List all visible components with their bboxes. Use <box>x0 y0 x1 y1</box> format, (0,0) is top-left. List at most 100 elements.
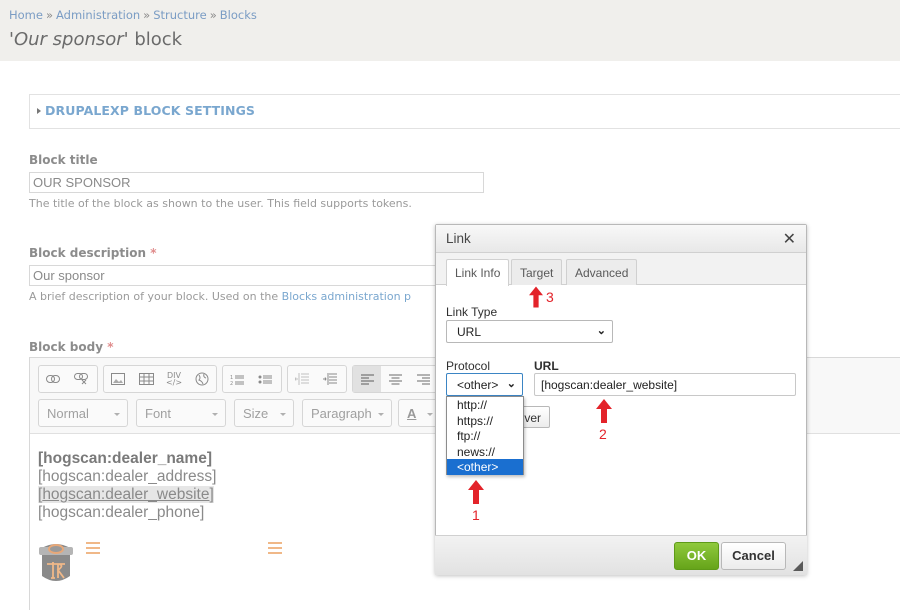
token-dealer-address: [hogscan:dealer_address] <box>38 468 217 485</box>
block-title-description: The title of the block as shown to the u… <box>29 197 412 210</box>
label-text: Block body <box>29 340 104 354</box>
div-container-icon[interactable]: DIV </> <box>160 366 188 392</box>
drag-handle-icon[interactable] <box>86 542 100 554</box>
link-type-select[interactable]: URL ⌄ <box>446 320 613 343</box>
dialog-titlebar[interactable]: Link ✕ <box>436 225 806 253</box>
block-body-label: Block body * <box>29 340 114 354</box>
tab-advanced[interactable]: Advanced <box>566 259 638 285</box>
styles-combo[interactable]: Normal <box>38 399 128 427</box>
annotation-arrow-3: 3 <box>529 286 554 312</box>
toolbar-group-indent <box>287 365 347 393</box>
url-label: URL <box>534 359 559 373</box>
image-icon[interactable] <box>104 366 132 392</box>
red-up-arrow-icon <box>468 480 484 504</box>
red-up-arrow-icon <box>529 286 543 308</box>
indent-icon[interactable] <box>316 366 344 392</box>
annotation-arrow-2: 2 <box>596 399 612 442</box>
select-value: URL <box>457 325 482 339</box>
breadcrumb-blocks[interactable]: Blocks <box>220 8 257 22</box>
protocol-option-other[interactable]: <other> <box>447 459 523 475</box>
combo-label: Paragraph <box>311 406 372 421</box>
breadcrumb-home[interactable]: Home <box>9 8 43 22</box>
chevron-down-icon <box>378 413 384 416</box>
text-color-button[interactable]: A <box>398 399 438 427</box>
combo-label: Size <box>243 406 269 421</box>
page-header: Home» Administration» Structure» Blocks 'Ou… <box>0 0 900 61</box>
annotation-number: 1 <box>472 507 480 523</box>
button-label: ver <box>524 411 541 425</box>
breadcrumb-structure[interactable]: Structure <box>153 8 207 22</box>
block-description-input[interactable] <box>29 265 449 286</box>
breadcrumb-separator: » <box>143 8 151 22</box>
tab-target[interactable]: Target <box>511 259 563 285</box>
toolbar-group-lists: 12 <box>222 365 282 393</box>
cancel-button[interactable]: Cancel <box>721 542 786 570</box>
link-type-label: Link Type <box>446 305 498 319</box>
paragraph-format-combo[interactable]: Paragraph <box>302 399 392 427</box>
chevron-down-icon <box>212 413 218 416</box>
blocks-administration-link[interactable]: Blocks administration p <box>282 290 411 303</box>
toolbar-group-insert: DIV </> <box>103 365 217 393</box>
drag-handle-icon[interactable] <box>268 542 282 554</box>
table-icon[interactable] <box>132 366 160 392</box>
breadcrumb: Home» Administration» Structure» Blocks <box>9 8 257 22</box>
annotation-arrow-1: 1 <box>468 480 484 523</box>
label-text: Block description <box>29 246 147 260</box>
bracket: ] <box>209 486 214 503</box>
description-text: A brief description of your block. Used … <box>29 290 282 303</box>
breadcrumb-administration[interactable]: Administration <box>56 8 140 22</box>
url-input[interactable] <box>534 373 796 396</box>
close-icon[interactable]: ✕ <box>783 229 796 248</box>
tab-link-info[interactable]: Link Info <box>446 259 510 286</box>
iframe-globe-icon[interactable] <box>188 366 216 392</box>
protocol-option-ftp[interactable]: ftp:// <box>447 428 523 444</box>
dialog-footer: OK Cancel <box>435 535 807 575</box>
align-center-icon[interactable] <box>381 366 409 392</box>
fieldset-legend[interactable]: DRUPALEXP BLOCK SETTINGS <box>45 103 255 118</box>
combo-label: Normal <box>47 406 89 421</box>
dialog-tabs: Link Info Target Advanced <box>436 253 806 286</box>
ok-button[interactable]: OK <box>674 542 719 570</box>
token-dealer-name: [hogscan:dealer_name] <box>38 450 212 467</box>
align-left-icon[interactable] <box>353 366 381 392</box>
website-link-text[interactable]: hogscan:dealer_website <box>42 486 209 503</box>
protocol-option-news[interactable]: news:// <box>447 444 523 460</box>
editor-content[interactable]: [hogscan:dealer_name] [hogscan:dealer_ad… <box>38 450 216 522</box>
font-combo[interactable]: Font <box>136 399 226 427</box>
protocol-option-https[interactable]: https:// <box>447 413 523 429</box>
protocol-select[interactable]: <other> ⌄ <box>446 373 523 396</box>
protocol-option-http[interactable]: http:// <box>447 397 523 413</box>
drupalexp-block-settings-fieldset[interactable]: DRUPALEXP BLOCK SETTINGS <box>29 94 900 129</box>
align-right-icon[interactable] <box>409 366 437 392</box>
chevron-down-icon: ⌄ <box>506 378 516 390</box>
title-suffix: ' block <box>123 29 183 50</box>
breadcrumb-separator: » <box>209 8 217 22</box>
page-title: 'Our sponsor' block <box>9 29 182 50</box>
outdent-icon[interactable] <box>288 366 316 392</box>
required-mark: * <box>107 340 114 354</box>
size-combo[interactable]: Size <box>234 399 294 427</box>
link-icon[interactable] <box>39 366 67 392</box>
token-dealer-phone: [hogscan:dealer_phone] <box>38 504 205 521</box>
required-mark: * <box>150 246 157 260</box>
token-dealer-website[interactable]: [hogscan:dealer_website] <box>38 486 216 504</box>
dialog-title: Link <box>446 231 471 246</box>
collapse-triangle-icon <box>37 108 41 114</box>
protocol-label: Protocol <box>446 359 491 373</box>
text-color-icon: A <box>407 406 417 421</box>
toolbar-group-links <box>38 365 98 393</box>
numbered-list-icon[interactable]: 12 <box>223 366 251 392</box>
annotation-number: 3 <box>546 289 554 305</box>
combo-label: Font <box>145 406 172 421</box>
block-description-label: Block description * <box>29 246 157 260</box>
protocol-dropdown-list: http:// https:// ftp:// news:// <other> <box>446 396 524 475</box>
chevron-down-icon <box>280 413 286 416</box>
unlink-icon[interactable] <box>67 366 95 392</box>
bulleted-list-icon[interactable] <box>251 366 279 392</box>
select-value: <other> <box>457 378 499 392</box>
breadcrumb-separator: » <box>45 8 54 22</box>
block-description-description: A brief description of your block. Used … <box>29 290 411 303</box>
chevron-down-icon: ⌄ <box>596 325 606 337</box>
block-title-input[interactable] <box>29 172 484 193</box>
resize-handle-icon[interactable] <box>793 561 803 571</box>
